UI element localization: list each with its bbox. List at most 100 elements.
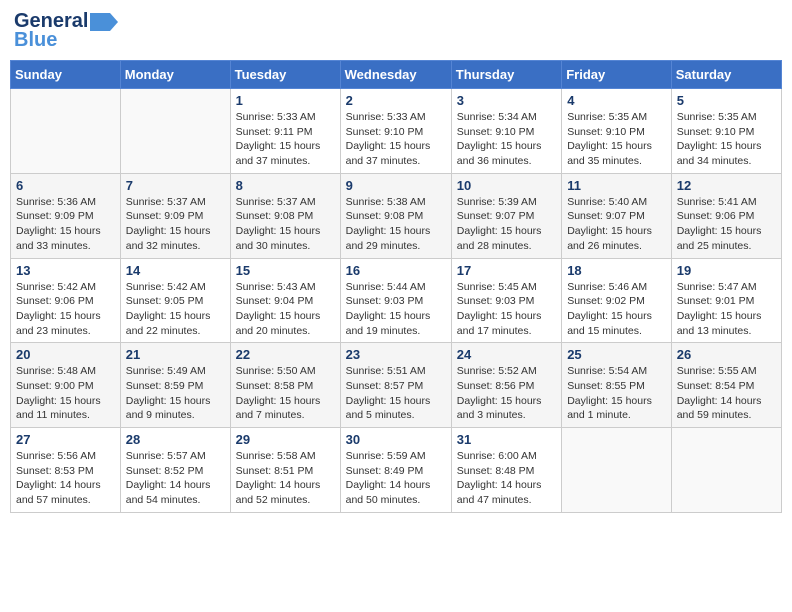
day-number: 17 — [457, 263, 556, 278]
calendar-cell: 6 Sunrise: 5:36 AM Sunset: 9:09 PM Daylig… — [11, 173, 121, 258]
day-number: 26 — [677, 347, 776, 362]
calendar-cell: 29Sunrise: 5:58 AM Sunset: 8:51 PM Dayli… — [230, 428, 340, 513]
day-detail: Sunrise: 5:44 AM Sunset: 9:03 PM Dayligh… — [346, 280, 446, 339]
day-number: 2 — [346, 93, 446, 108]
day-detail: Sunrise: 5:43 AM Sunset: 9:04 PM Dayligh… — [236, 280, 335, 339]
day-number: 7 — [126, 178, 225, 193]
day-number: 14 — [126, 263, 225, 278]
day-number: 10 — [457, 178, 556, 193]
day-number: 19 — [677, 263, 776, 278]
calendar-cell: 12Sunrise: 5:41 AM Sunset: 9:06 PM Dayli… — [671, 173, 781, 258]
day-number: 8 — [236, 178, 335, 193]
calendar-cell: 23 Sunrise: 5:51 AM Sunset: 8:57 PM Dayli… — [340, 343, 451, 428]
day-detail: Sunrise: 5:49 AM Sunset: 8:59 PM Dayligh… — [126, 364, 225, 423]
day-number: 16 — [346, 263, 446, 278]
day-detail: Sunrise: 5:54 AM Sunset: 8:55 PM Dayligh… — [567, 364, 666, 423]
day-detail: Sunrise: 5:47 AM Sunset: 9:01 PM Dayligh… — [677, 280, 776, 339]
day-detail: Sunrise: 6:00 AM Sunset: 8:48 PM Dayligh… — [457, 449, 556, 508]
weekday-header: Wednesday — [340, 61, 451, 89]
day-detail: Sunrise: 5:40 AM Sunset: 9:07 PM Dayligh… — [567, 195, 666, 254]
day-detail: Sunrise: 5:33 AM Sunset: 9:10 PM Dayligh… — [346, 110, 446, 169]
calendar-table: SundayMondayTuesdayWednesdayThursdayFrid… — [10, 60, 782, 513]
calendar-cell: 11 Sunrise: 5:40 AM Sunset: 9:07 PM Dayli… — [562, 173, 672, 258]
day-detail: Sunrise: 5:39 AM Sunset: 9:07 PM Dayligh… — [457, 195, 556, 254]
day-number: 25 — [567, 347, 666, 362]
day-detail: Sunrise: 5:36 AM Sunset: 9:09 PM Dayligh… — [16, 195, 115, 254]
logo-blue: Blue — [14, 29, 57, 52]
day-detail: Sunrise: 5:34 AM Sunset: 9:10 PM Dayligh… — [457, 110, 556, 169]
day-detail: Sunrise: 5:50 AM Sunset: 8:58 PM Dayligh… — [236, 364, 335, 423]
calendar-cell: 8 Sunrise: 5:37 AM Sunset: 9:08 PM Daylig… — [230, 173, 340, 258]
calendar-cell — [562, 428, 672, 513]
calendar-cell: 27 Sunrise: 5:56 AM Sunset: 8:53 PM Dayli… — [11, 428, 121, 513]
day-detail: Sunrise: 5:42 AM Sunset: 9:06 PM Dayligh… — [16, 280, 115, 339]
day-detail: Sunrise: 5:57 AM Sunset: 8:52 PM Dayligh… — [126, 449, 225, 508]
calendar-cell: 10 Sunrise: 5:39 AM Sunset: 9:07 PM Dayli… — [451, 173, 561, 258]
day-detail: Sunrise: 5:46 AM Sunset: 9:02 PM Dayligh… — [567, 280, 666, 339]
day-number: 5 — [677, 93, 776, 108]
calendar-cell: 21 Sunrise: 5:49 AM Sunset: 8:59 PM Dayli… — [120, 343, 230, 428]
calendar-cell: 25 Sunrise: 5:54 AM Sunset: 8:55 PM Dayli… — [562, 343, 672, 428]
day-number: 15 — [236, 263, 335, 278]
page-header: General Blue — [10, 10, 782, 52]
day-number: 30 — [346, 432, 446, 447]
day-detail: Sunrise: 5:55 AM Sunset: 8:54 PM Dayligh… — [677, 364, 776, 423]
day-number: 22 — [236, 347, 335, 362]
weekday-header: Thursday — [451, 61, 561, 89]
calendar-cell: 3 Sunrise: 5:34 AM Sunset: 9:10 PM Daylig… — [451, 89, 561, 174]
calendar-cell — [671, 428, 781, 513]
calendar-cell: 1 Sunrise: 5:33 AM Sunset: 9:11 PM Daylig… — [230, 89, 340, 174]
weekday-header: Friday — [562, 61, 672, 89]
calendar-cell: 31 Sunrise: 6:00 AM Sunset: 8:48 PM Dayli… — [451, 428, 561, 513]
day-number: 18 — [567, 263, 666, 278]
calendar-week-row: 27 Sunrise: 5:56 AM Sunset: 8:53 PM Dayli… — [11, 428, 782, 513]
day-number: 31 — [457, 432, 556, 447]
calendar-cell: 22 Sunrise: 5:50 AM Sunset: 8:58 PM Dayli… — [230, 343, 340, 428]
day-number: 11 — [567, 178, 666, 193]
day-detail: Sunrise: 5:56 AM Sunset: 8:53 PM Dayligh… — [16, 449, 115, 508]
day-number: 20 — [16, 347, 115, 362]
day-number: 27 — [16, 432, 115, 447]
calendar-cell: 15 Sunrise: 5:43 AM Sunset: 9:04 PM Dayli… — [230, 258, 340, 343]
day-number: 4 — [567, 93, 666, 108]
day-detail: Sunrise: 5:35 AM Sunset: 9:10 PM Dayligh… — [567, 110, 666, 169]
day-number: 3 — [457, 93, 556, 108]
day-detail: Sunrise: 5:45 AM Sunset: 9:03 PM Dayligh… — [457, 280, 556, 339]
day-number: 21 — [126, 347, 225, 362]
day-detail: Sunrise: 5:38 AM Sunset: 9:08 PM Dayligh… — [346, 195, 446, 254]
weekday-header: Saturday — [671, 61, 781, 89]
calendar-cell: 20 Sunrise: 5:48 AM Sunset: 9:00 PM Dayli… — [11, 343, 121, 428]
calendar-cell — [11, 89, 121, 174]
calendar-cell: 2 Sunrise: 5:33 AM Sunset: 9:10 PM Daylig… — [340, 89, 451, 174]
calendar-cell: 13 Sunrise: 5:42 AM Sunset: 9:06 PM Dayli… — [11, 258, 121, 343]
day-detail: Sunrise: 5:33 AM Sunset: 9:11 PM Dayligh… — [236, 110, 335, 169]
day-detail: Sunrise: 5:51 AM Sunset: 8:57 PM Dayligh… — [346, 364, 446, 423]
calendar-week-row: 13 Sunrise: 5:42 AM Sunset: 9:06 PM Dayli… — [11, 258, 782, 343]
calendar-cell: 4 Sunrise: 5:35 AM Sunset: 9:10 PM Daylig… — [562, 89, 672, 174]
day-detail: Sunrise: 5:37 AM Sunset: 9:09 PM Dayligh… — [126, 195, 225, 254]
day-number: 12 — [677, 178, 776, 193]
calendar-cell: 24Sunrise: 5:52 AM Sunset: 8:56 PM Dayli… — [451, 343, 561, 428]
weekday-header-row: SundayMondayTuesdayWednesdayThursdayFrid… — [11, 61, 782, 89]
day-number: 29 — [236, 432, 335, 447]
day-detail: Sunrise: 5:37 AM Sunset: 9:08 PM Dayligh… — [236, 195, 335, 254]
weekday-header: Tuesday — [230, 61, 340, 89]
calendar-cell: 7 Sunrise: 5:37 AM Sunset: 9:09 PM Daylig… — [120, 173, 230, 258]
day-number: 13 — [16, 263, 115, 278]
weekday-header: Monday — [120, 61, 230, 89]
day-detail: Sunrise: 5:48 AM Sunset: 9:00 PM Dayligh… — [16, 364, 115, 423]
day-detail: Sunrise: 5:35 AM Sunset: 9:10 PM Dayligh… — [677, 110, 776, 169]
day-number: 23 — [346, 347, 446, 362]
logo: General Blue — [14, 10, 118, 52]
day-number: 9 — [346, 178, 446, 193]
day-number: 24 — [457, 347, 556, 362]
day-number: 6 — [16, 178, 115, 193]
logo-flag-icon — [90, 11, 118, 33]
day-detail: Sunrise: 5:59 AM Sunset: 8:49 PM Dayligh… — [346, 449, 446, 508]
calendar-cell — [120, 89, 230, 174]
calendar-cell: 19 Sunrise: 5:47 AM Sunset: 9:01 PM Dayli… — [671, 258, 781, 343]
calendar-cell: 17 Sunrise: 5:45 AM Sunset: 9:03 PM Dayli… — [451, 258, 561, 343]
day-number: 1 — [236, 93, 335, 108]
calendar-week-row: 6 Sunrise: 5:36 AM Sunset: 9:09 PM Daylig… — [11, 173, 782, 258]
calendar-cell: 28Sunrise: 5:57 AM Sunset: 8:52 PM Dayli… — [120, 428, 230, 513]
